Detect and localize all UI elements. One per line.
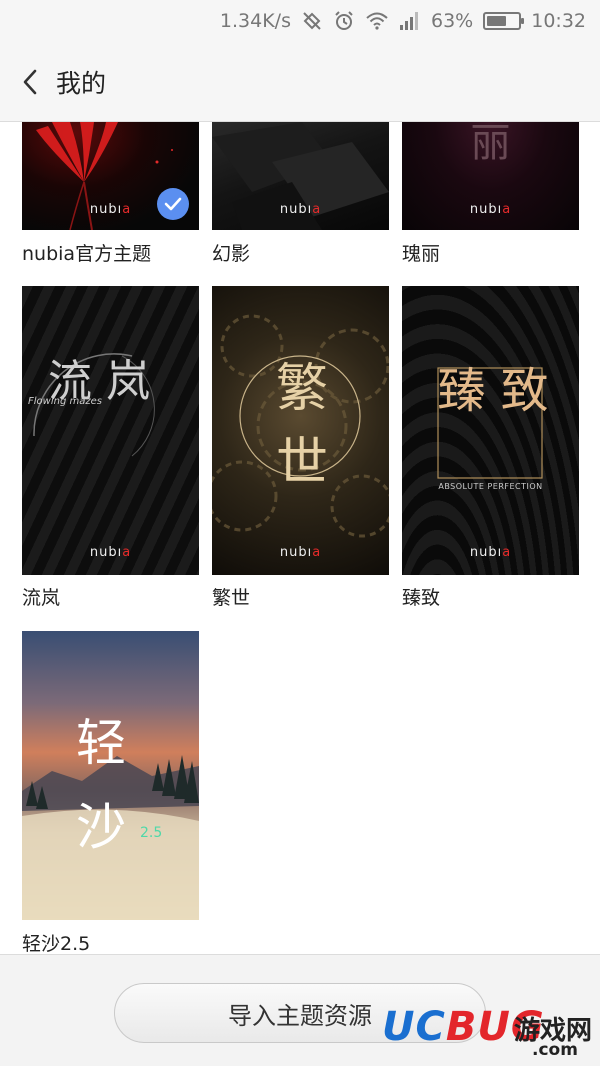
theme-name: nubia官方主题 xyxy=(22,243,152,265)
theme-thumbnail[interactable]: 繁 世 nubıa xyxy=(212,286,389,575)
nubia-logo: nubıa xyxy=(89,545,132,560)
theme-card-fanshi[interactable]: 繁 世 nubıa 繁世 xyxy=(212,286,389,616)
battery-fill xyxy=(487,16,507,26)
theme-name: 瑰丽 xyxy=(402,243,441,265)
theme-thumbnail[interactable]: 丽 nubıa xyxy=(402,122,579,230)
theme-card-liulan[interactable]: 流 岚 Flowing mazes nubıa 流岚 xyxy=(22,286,199,616)
theme-card-guili[interactable]: 丽 nubıa 瑰丽 xyxy=(402,122,579,272)
theme-art-subtitle: ABSOLUTE PERFECTION xyxy=(438,482,543,491)
theme-thumbnail[interactable]: nubıa xyxy=(212,122,389,230)
nubia-logo: nubıa xyxy=(279,202,322,217)
theme-thumbnail[interactable]: 轻 沙 2.5 xyxy=(22,631,199,920)
nubia-logo: nubıa xyxy=(279,545,322,560)
back-button[interactable] xyxy=(22,64,50,100)
signal-icon xyxy=(399,11,421,31)
nubia-logo: nubıa xyxy=(469,545,512,560)
theme-card-nubia[interactable]: nubıa nubia官方主题 xyxy=(22,122,199,272)
selected-check-icon xyxy=(157,188,189,220)
theme-art-text: 轻 沙 xyxy=(76,714,126,856)
nubia-logo: nubıa xyxy=(469,202,512,217)
theme-art-subtitle: 2.5 xyxy=(140,825,163,841)
theme-art-subtitle: Flowing mazes xyxy=(28,396,102,407)
chevron-left-icon xyxy=(23,69,37,94)
theme-name: 轻沙2.5 xyxy=(22,933,91,954)
ucbug-watermark: UCBUG 游戏网 .com xyxy=(382,1004,594,1062)
theme-art-text: 繁 世 xyxy=(275,359,328,493)
wifi-icon xyxy=(365,11,389,31)
theme-art-text: 丽 xyxy=(470,122,511,166)
clock: 10:32 xyxy=(531,10,586,32)
theme-card-qingsha[interactable]: 轻 沙 2.5 轻沙2.5 xyxy=(22,631,199,954)
battery-icon xyxy=(483,12,525,30)
status-bar: 1.34K/s 63% 10:32 xyxy=(0,0,600,42)
theme-thumbnail[interactable]: 流 岚 Flowing mazes nubıa xyxy=(22,286,199,575)
theme-card-huanying[interactable]: nubıa 幻影 xyxy=(212,122,389,272)
theme-name: 繁世 xyxy=(212,587,251,609)
watermark-com: .com xyxy=(532,1040,578,1060)
battery-percent: 63% xyxy=(431,10,474,32)
theme-grid: nubıa nubia官方主题 nubıa 幻影 丽 nubıa 瑰丽 流 岚 … xyxy=(0,122,600,954)
theme-name: 臻致 xyxy=(402,587,441,609)
theme-thumbnail[interactable]: nubıa xyxy=(22,122,199,230)
nfc-icon xyxy=(301,10,323,32)
theme-art-text: 臻 致 xyxy=(437,363,549,419)
theme-thumbnail[interactable]: 臻 致 ABSOLUTE PERFECTION nubıa xyxy=(402,286,579,575)
theme-name: 流岚 xyxy=(22,587,61,609)
theme-card-zhenzhi[interactable]: 臻 致 ABSOLUTE PERFECTION nubıa 臻致 xyxy=(402,286,579,616)
alarm-icon xyxy=(333,10,355,32)
page-title: 我的 xyxy=(56,68,107,98)
network-speed: 1.34K/s xyxy=(219,10,291,32)
theme-name: 幻影 xyxy=(212,243,251,265)
header: 我的 xyxy=(0,42,600,122)
